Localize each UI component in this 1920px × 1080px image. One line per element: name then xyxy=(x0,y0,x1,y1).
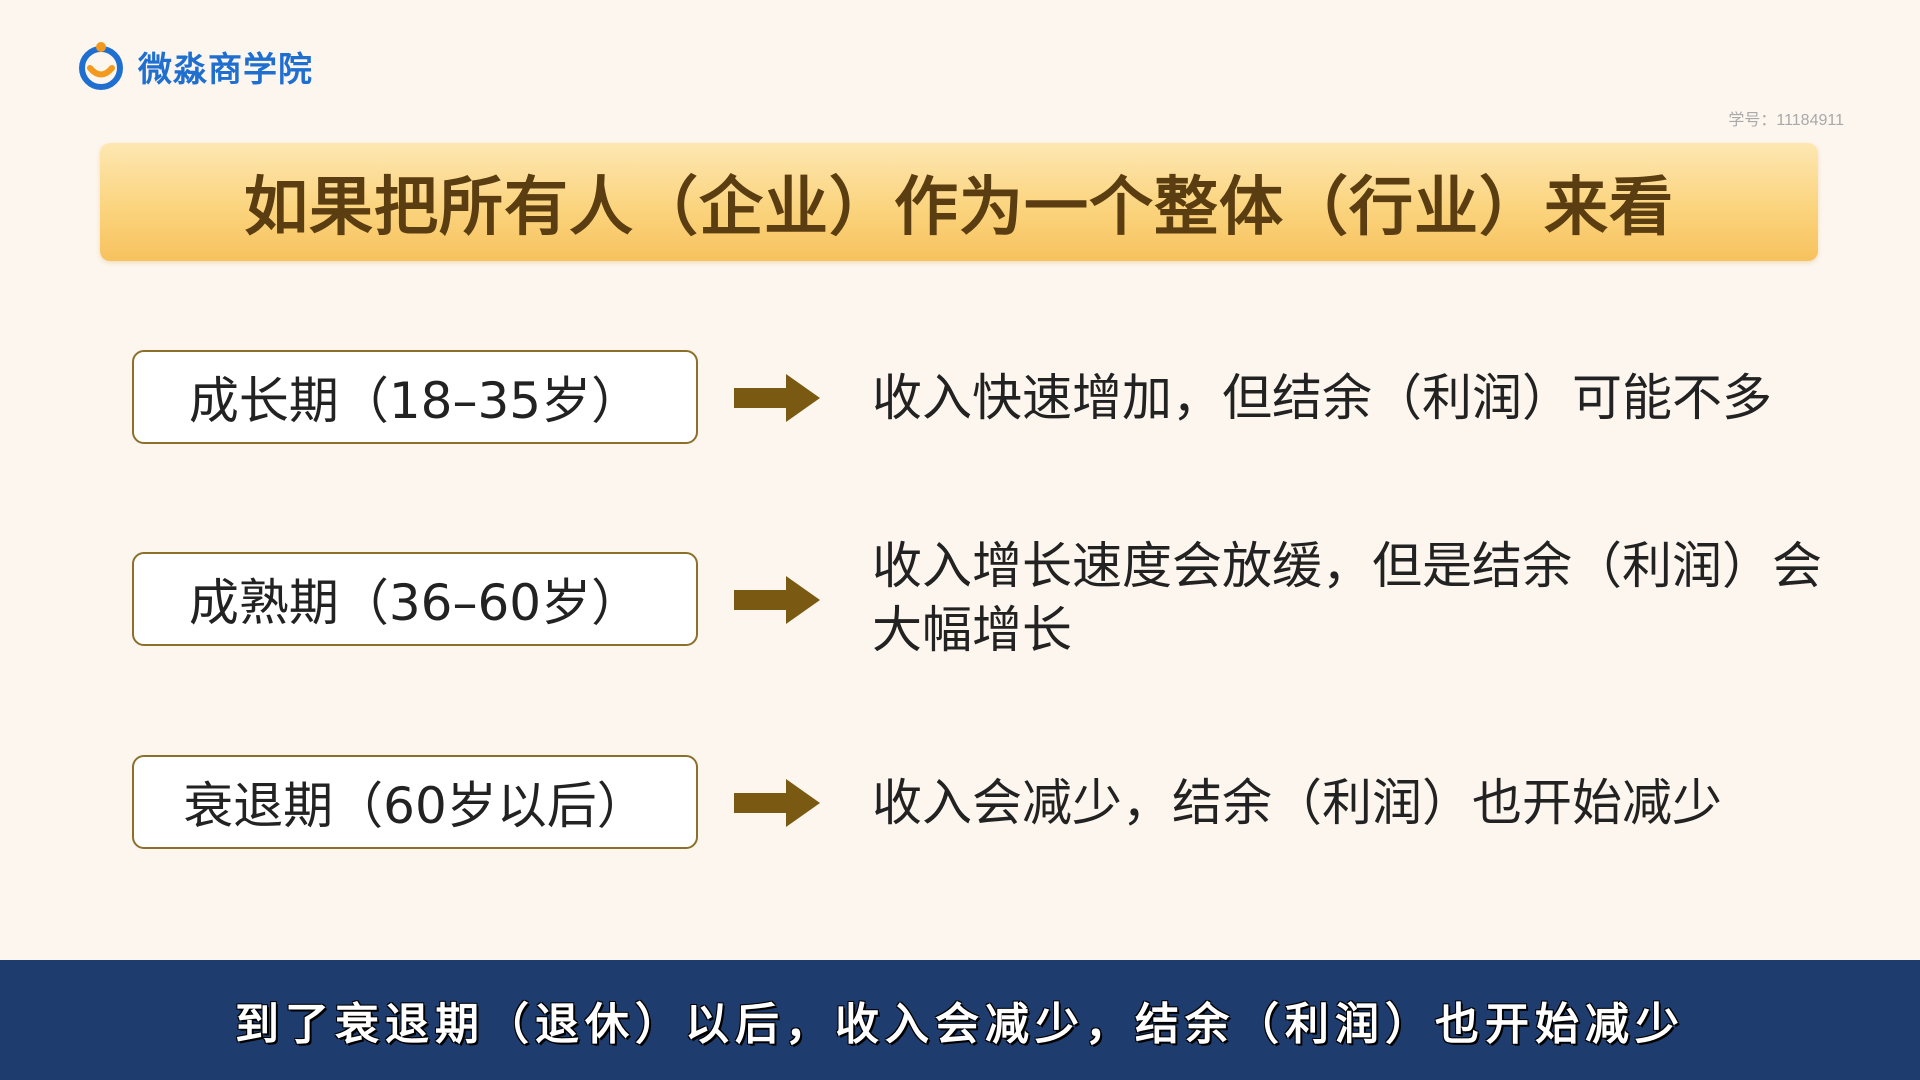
stage-box: 衰退期（60岁以后） xyxy=(132,755,698,849)
subtitle-band: 到了衰退期（退休）以后，收入会减少，结余（利润）也开始减少 xyxy=(0,960,1920,1080)
brand-logo: 微淼商学院 xyxy=(76,38,313,94)
stage-label: 成熟期（36–60岁） xyxy=(188,574,642,632)
arrow-right-icon xyxy=(734,374,820,422)
stage-row-mature: 成熟期（36–60岁） 收入增长速度会放缓，但是结余（利润）会大幅增长 xyxy=(132,537,1852,659)
title-banner: 如果把所有人（企业）作为一个整体（行业）来看 xyxy=(100,143,1818,261)
page-title: 如果把所有人（企业）作为一个整体（行业）来看 xyxy=(244,171,1674,245)
stage-row-decline: 衰退期（60岁以后） 收入会减少，结余（利润）也开始减少 xyxy=(132,755,1852,851)
stage-box: 成长期（18–35岁） xyxy=(132,350,698,444)
stage-label: 衰退期（60岁以后） xyxy=(183,777,647,835)
arrow-right-icon xyxy=(734,779,820,827)
student-id: 学号：11184911 xyxy=(1728,112,1844,129)
video-subtitle: 到了衰退期（退休）以后，收入会减少，结余（利润）也开始减少 xyxy=(235,999,1685,1050)
stage-description: 收入会减少，结余（利润）也开始减少 xyxy=(872,774,1722,832)
arrow-right-icon xyxy=(734,576,820,624)
stage-row-growth: 成长期（18–35岁） 收入快速增加，但结余（利润）可能不多 xyxy=(132,350,1852,446)
stage-description: 收入增长速度会放缓，但是结余（利润）会大幅增长 xyxy=(872,537,1822,659)
slide: 微淼商学院 学号：11184911 如果把所有人（企业）作为一个整体（行业）来看… xyxy=(0,0,1920,1080)
stage-description: 收入快速增加，但结余（利润）可能不多 xyxy=(872,369,1772,427)
stage-label: 成长期（18–35岁） xyxy=(188,372,642,430)
smile-ring-logo-icon xyxy=(79,42,123,90)
stage-box: 成熟期（36–60岁） xyxy=(132,552,698,646)
brand-name: 微淼商学院 xyxy=(138,49,313,90)
